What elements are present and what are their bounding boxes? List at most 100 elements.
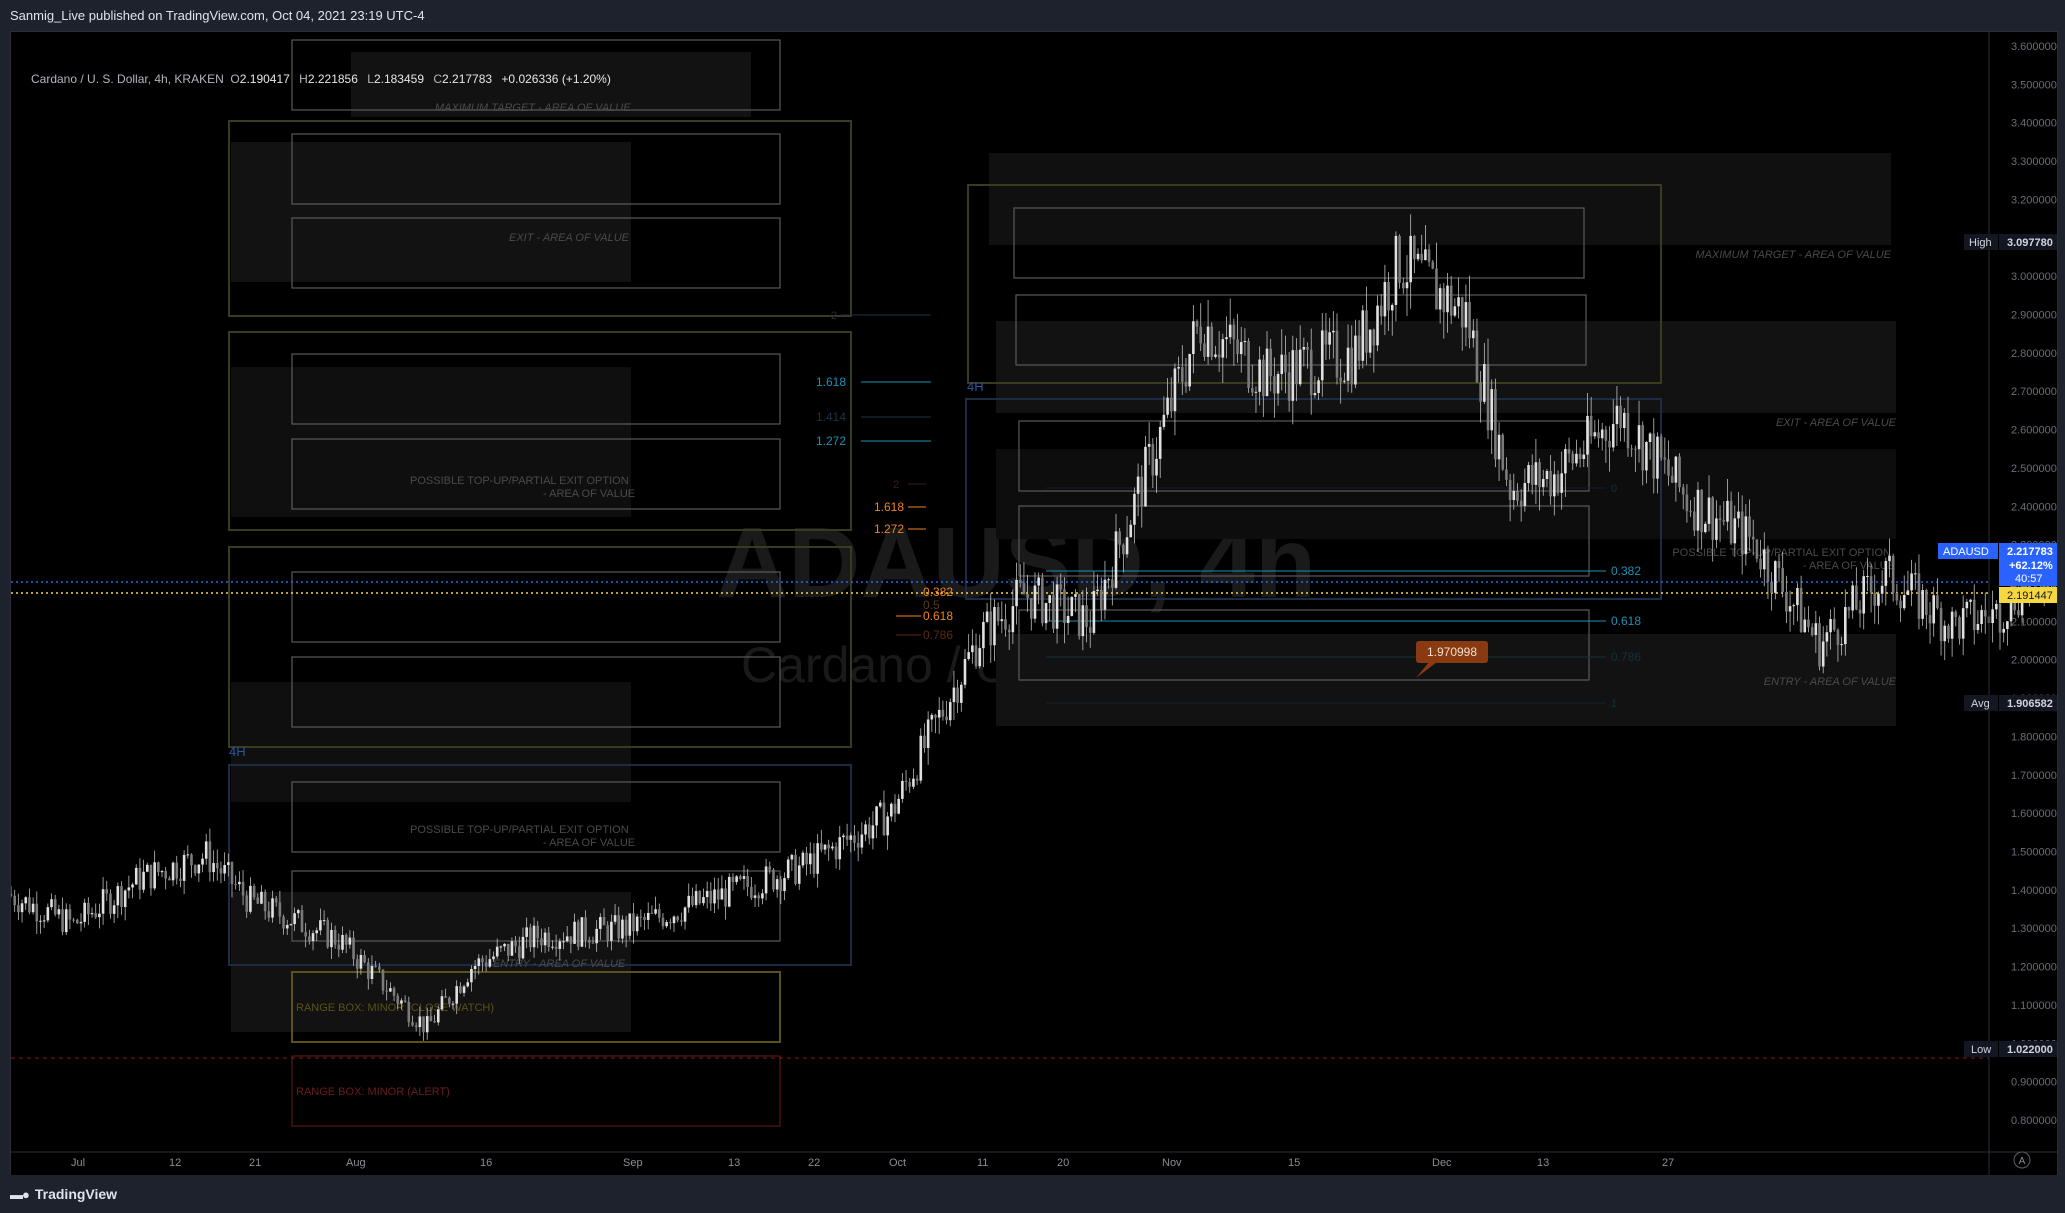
candle-body xyxy=(882,802,886,836)
low-label: L xyxy=(367,72,374,86)
x-tick-label: 16 xyxy=(480,1157,492,1169)
candle-body xyxy=(1033,585,1037,619)
y-tick-label: 3.400000 xyxy=(2011,118,2057,130)
candle-body xyxy=(1626,412,1630,449)
candle-body xyxy=(370,965,374,979)
chart-area[interactable]: Cardano / U. S. Dollar, 4h, KRAKEN O2.19… xyxy=(10,31,2058,1176)
candle-body xyxy=(602,917,606,926)
candle-body xyxy=(1081,605,1085,637)
candle-body xyxy=(1483,363,1486,402)
candle-body xyxy=(934,714,937,718)
candle-body xyxy=(720,888,724,900)
candle-body xyxy=(639,916,643,918)
fib-left-1618: 1.618 xyxy=(816,375,846,389)
candle-body xyxy=(554,946,558,949)
auto-scale-icon: A xyxy=(2019,1156,2026,1167)
candle-body xyxy=(83,902,86,922)
y-tick-label: 1.300000 xyxy=(2011,923,2057,935)
candle-body xyxy=(1343,380,1346,382)
x-tick-label: 15 xyxy=(1288,1157,1300,1169)
symbol-tag-label: ADAUSD xyxy=(1943,546,1989,558)
candle-body xyxy=(635,916,639,932)
y-tick-label: 2.600000 xyxy=(2011,425,2057,437)
candle-body xyxy=(757,895,761,899)
high-value: 2.221856 xyxy=(307,72,358,86)
price-chart[interactable]: ADAUSD, 4h Cardano / U. S. Dollar 4H MAX… xyxy=(11,32,2057,1175)
candle-body xyxy=(1188,354,1191,387)
candle-body xyxy=(1007,629,1011,633)
candle-body xyxy=(985,611,989,622)
candle-body xyxy=(993,607,996,646)
shade-exit xyxy=(231,142,631,282)
candle-body xyxy=(1210,326,1214,357)
candle-body xyxy=(1715,518,1718,540)
candle-body xyxy=(514,941,517,947)
candle-body xyxy=(1939,608,1943,642)
time-axis[interactable]: Jul 12 21 Aug 16 Sep 13 22 Oct 11 20 Nov 15 Dec 13 27 xyxy=(71,1157,1674,1169)
candle-body xyxy=(628,913,632,936)
candle-body xyxy=(1744,516,1748,555)
candle-body xyxy=(53,899,57,915)
y-tick-label: 1.200000 xyxy=(2011,962,2057,974)
candle-body xyxy=(1553,474,1556,497)
candle-body xyxy=(1689,511,1692,513)
candle-body xyxy=(1192,321,1195,355)
candle-body xyxy=(201,858,204,865)
candle-body xyxy=(584,917,587,940)
candle-body xyxy=(1700,489,1703,533)
candle-body xyxy=(1902,595,1906,609)
label-range-alert: RANGE BOX: MINOR (ALERT) xyxy=(296,1086,450,1098)
price-tag-low: Low 1.022000 xyxy=(1964,1041,2057,1057)
candle-body xyxy=(1844,607,1847,645)
candle-body xyxy=(90,913,94,915)
candle-body xyxy=(724,888,727,907)
y-tick-label: 2.400000 xyxy=(2011,501,2057,513)
low-tag-label: Low xyxy=(1971,1044,1991,1056)
candle-body xyxy=(436,1009,440,1023)
candle-body xyxy=(182,854,186,881)
candle-body xyxy=(937,709,941,718)
y-tick-label: 3.600000 xyxy=(2011,41,2057,53)
candle-body xyxy=(702,897,705,904)
candle-body xyxy=(1674,456,1678,483)
candle-body xyxy=(1888,555,1891,561)
label-topup-left-2: POSSIBLE TOP-UP/PARTIAL EXIT OPTION xyxy=(410,824,629,836)
candle-body xyxy=(1114,531,1118,588)
high-tag-label: High xyxy=(1969,237,1992,249)
candle-body xyxy=(403,1000,407,1002)
candle-body xyxy=(319,920,322,931)
auto-scale-button[interactable]: A xyxy=(2013,1151,2031,1169)
candle-body xyxy=(1582,454,1586,459)
candle-body xyxy=(462,986,466,993)
x-tick-label: Nov xyxy=(1162,1157,1182,1169)
candle-body xyxy=(1936,595,1939,609)
candle-body xyxy=(315,930,319,934)
candle-body xyxy=(1722,519,1726,522)
candle-body xyxy=(1464,302,1468,328)
candle-body xyxy=(1571,453,1575,464)
candle-body xyxy=(1597,432,1600,439)
candle-body xyxy=(109,893,112,914)
candle-body xyxy=(536,925,540,939)
candle-body xyxy=(1866,576,1869,578)
candle-body xyxy=(1269,348,1272,377)
candle-body xyxy=(1615,405,1619,425)
candle-body xyxy=(1232,324,1236,340)
candle-body xyxy=(160,871,164,873)
symbol-description: Cardano / U. S. Dollar, 4h, KRAKEN xyxy=(31,72,224,86)
candle-body xyxy=(425,1016,429,1033)
tradingview-logo[interactable]: ▬● TradingView xyxy=(10,1186,117,1202)
candle-body xyxy=(1873,592,1877,606)
candle-body xyxy=(1788,606,1792,612)
candle-body xyxy=(1284,354,1287,373)
candle-body xyxy=(1704,523,1707,533)
candle-body xyxy=(960,684,963,703)
candle-body xyxy=(1354,335,1357,385)
candle-body xyxy=(1273,376,1276,394)
candle-body xyxy=(565,936,569,942)
candle-body xyxy=(249,885,252,912)
candle-body xyxy=(72,919,75,921)
candle-body xyxy=(411,1022,414,1026)
candle-body xyxy=(1814,623,1818,636)
candle-body xyxy=(1774,561,1777,593)
